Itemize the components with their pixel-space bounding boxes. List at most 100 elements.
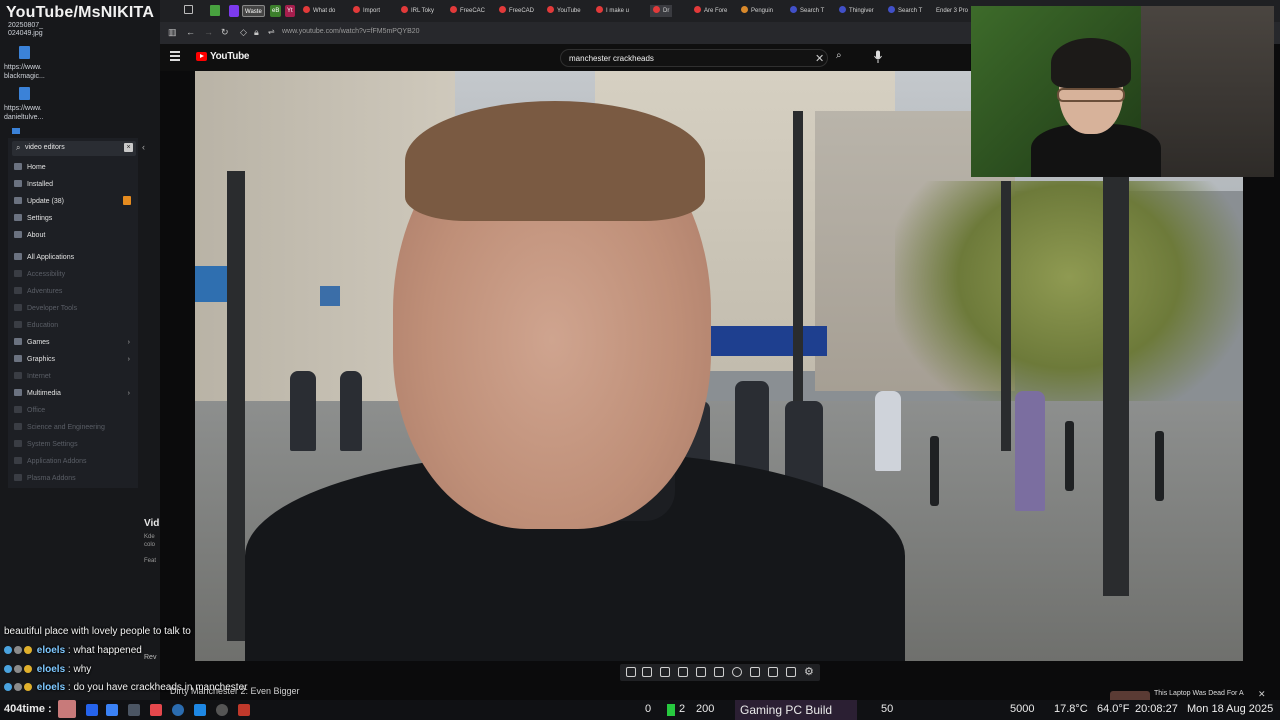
tab-yt[interactable]: Yt [285, 5, 295, 17]
menu-item-label: Adventures [27, 288, 63, 295]
video-bollard [930, 436, 939, 506]
active-window-title[interactable]: Gaming PC Build [735, 700, 857, 720]
menu-item-internet[interactable]: Internet [14, 371, 132, 383]
chat-badge-icon [4, 646, 12, 654]
youtube-favicon-icon [401, 6, 408, 13]
clear-icon[interactable]: × [124, 143, 133, 152]
tab-search-t-2[interactable]: Search T [888, 5, 922, 17]
tab-youtube[interactable]: YouTube [547, 5, 581, 17]
taskbar-app-icon[interactable] [150, 704, 162, 716]
tab-active[interactable]: Dr [650, 5, 673, 17]
menu-item-developer-tools[interactable]: Developer Tools [14, 303, 132, 315]
notification-thumbnail[interactable] [1110, 691, 1150, 700]
menu-item-about[interactable]: About [14, 230, 132, 242]
loop-icon[interactable] [626, 667, 636, 677]
lock-icon[interactable]: 🔒︎ [254, 27, 259, 38]
tab-import[interactable]: Import [353, 5, 380, 17]
tab-i-make[interactable]: I make u [596, 5, 629, 17]
menu-item-office[interactable]: Office [14, 405, 132, 417]
youtube-favicon-icon [303, 6, 310, 13]
stream-username: 404time : [4, 703, 52, 715]
menu-item-all-applications[interactable]: All Applications [14, 252, 132, 264]
captions-icon[interactable] [714, 667, 724, 677]
add-icon[interactable] [750, 667, 760, 677]
picture-in-picture-icon[interactable] [660, 667, 670, 677]
chat-badge-icon [24, 665, 32, 673]
youtube-search-input[interactable]: manchester crackheads ✕ [560, 49, 828, 67]
tab-list-icon[interactable] [184, 5, 193, 14]
sidebar-toggle-icon[interactable]: ▥ [168, 27, 177, 38]
close-notification-icon[interactable]: ✕ [1258, 689, 1266, 700]
url-text[interactable]: www.youtube.com/watch?v=fFM5mPQYB20 [282, 28, 420, 35]
settings-gear-icon[interactable]: ⚙ [804, 665, 814, 678]
menu-item-education[interactable]: Education [14, 320, 132, 332]
extension-icon[interactable] [210, 5, 220, 16]
theater-icon[interactable] [696, 667, 706, 677]
weather-celsius: 17.8°C [1054, 703, 1088, 715]
menu-item-home[interactable]: Home [14, 162, 132, 174]
tab-freecad[interactable]: FreeCAD [499, 5, 534, 17]
menu-item-graphics[interactable]: Graphics › [14, 354, 132, 366]
clock-date: Mon 18 Aug 2025 [1187, 703, 1274, 715]
menu-icon[interactable] [170, 51, 180, 63]
tab-irl-tokyo[interactable]: IRL Toky [401, 5, 434, 17]
forward-arrow-icon[interactable]: → [204, 27, 213, 37]
notification-text[interactable]: This Laptop Was Dead For A [1154, 690, 1244, 697]
taskbar-app-icon[interactable] [172, 704, 184, 716]
video-sign [195, 266, 227, 302]
microphone-icon[interactable] [873, 50, 883, 64]
back-arrow-icon[interactable]: ← [186, 27, 195, 37]
menu-item-games[interactable]: Games › [14, 337, 132, 349]
search-icon[interactable]: ⌕ [836, 50, 842, 61]
menu-item-installed[interactable]: Installed [14, 179, 132, 191]
menu-item-system-settings[interactable]: System Settings [14, 439, 132, 451]
youtube-logo-text[interactable]: YouTube [210, 51, 250, 62]
menu-item-science-and-engineering[interactable]: Science and Engineering [14, 422, 132, 434]
permissions-icon[interactable]: ⇌ [268, 27, 275, 36]
favicon-icon [790, 6, 797, 13]
taskbar-app-icon[interactable] [238, 704, 250, 716]
taskbar-app-icon[interactable] [128, 704, 140, 716]
keyboard-icon[interactable] [786, 667, 796, 677]
menu-item-plasma-addons[interactable]: Plasma Addons [14, 473, 132, 485]
tab-what-do[interactable]: What do [303, 5, 335, 17]
menu-item-adventures[interactable]: Adventures [14, 286, 132, 298]
tab-ender[interactable]: Ender 3 Pro [936, 5, 968, 17]
youtube-logo-icon[interactable] [196, 52, 207, 61]
taskbar-app-icon[interactable] [194, 704, 206, 716]
app-launcher-icon[interactable] [86, 704, 98, 716]
clear-search-icon[interactable]: ✕ [815, 52, 824, 65]
menu-item-application-addons[interactable]: Application Addons [14, 456, 132, 468]
favicon-icon [741, 6, 748, 13]
file-icon[interactable] [19, 46, 30, 59]
desktop-file-label[interactable]: https://www. [4, 64, 42, 72]
tab-ebay[interactable]: eB [270, 5, 282, 17]
tab-waste[interactable]: Waste [242, 5, 265, 17]
taskbar-app-icon[interactable] [216, 704, 228, 716]
category-icon [14, 440, 22, 447]
audio-icon[interactable] [642, 667, 652, 677]
shield-icon[interactable]: ◇ [240, 27, 247, 38]
menu-item-multimedia[interactable]: Multimedia › [14, 388, 132, 400]
speed-icon[interactable] [732, 667, 742, 677]
tab-icon[interactable] [229, 5, 239, 17]
menu-item-update-38[interactable]: Update (38) [14, 196, 132, 208]
tab-search-t[interactable]: Search T [790, 5, 824, 17]
tab-are-fore[interactable]: Are Fore [694, 5, 727, 17]
playlist-icon[interactable] [678, 667, 688, 677]
desktop-file-label[interactable]: https://www. [4, 105, 42, 113]
desktop-file-label[interactable]: danieltulve... [4, 114, 43, 122]
desktop-file-label[interactable]: blackmagic... [4, 73, 45, 81]
reload-icon[interactable]: ↻ [221, 27, 229, 38]
tab-thingiverse[interactable]: Thingiver [839, 5, 874, 17]
file-icon[interactable] [19, 87, 30, 100]
chevron-left-icon[interactable]: ‹ [142, 142, 145, 152]
tab-freecac[interactable]: FreeCAC [450, 5, 485, 17]
menu-item-settings[interactable]: Settings [14, 213, 132, 225]
taskbar-app-icon[interactable] [106, 704, 118, 716]
app-search-input[interactable]: ⌕ video editors × [12, 141, 136, 156]
webcam-person-glasses [1057, 88, 1125, 102]
menu-item-accessibility[interactable]: Accessibility [14, 269, 132, 281]
tab-penguin[interactable]: Penguin [741, 5, 773, 17]
screenshot-icon[interactable] [768, 667, 778, 677]
